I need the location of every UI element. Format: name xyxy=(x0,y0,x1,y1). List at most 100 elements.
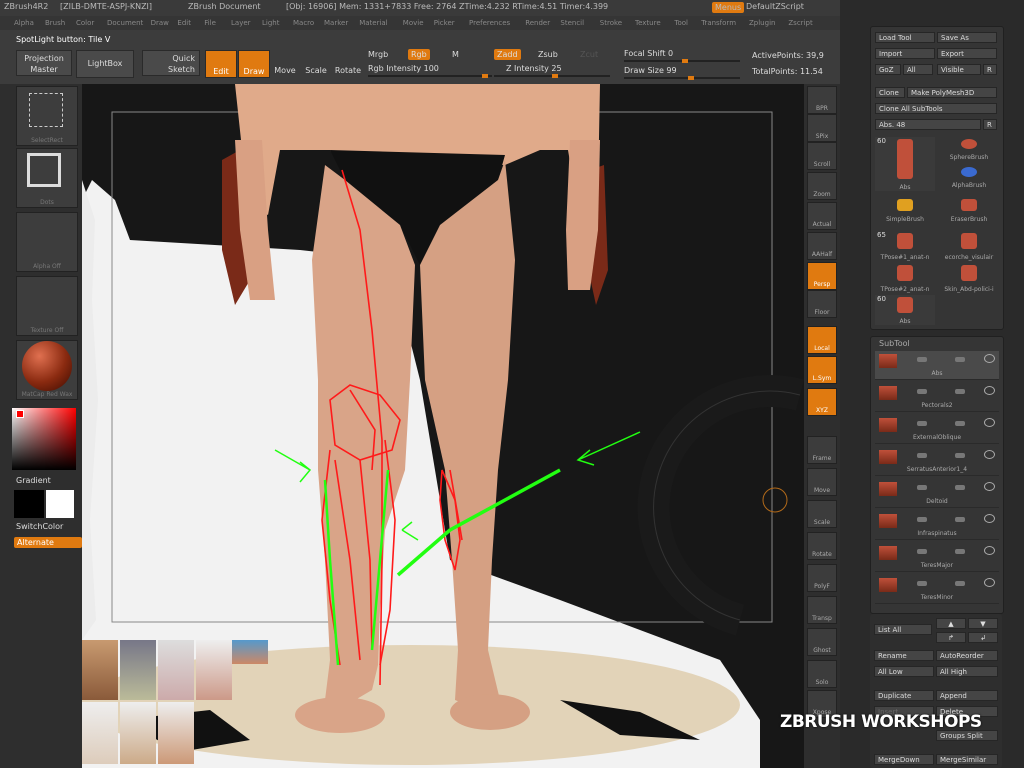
view-button[interactable]: Scale xyxy=(807,500,837,528)
menu-item[interactable]: Marker xyxy=(324,19,348,27)
tool-thumbnail[interactable]: ecorche_visulair xyxy=(939,231,999,261)
menu-item[interactable]: Movie xyxy=(403,19,424,27)
subtool-row[interactable]: TeresMinor xyxy=(875,575,999,604)
move-button[interactable]: Move xyxy=(272,50,298,76)
view-button[interactable]: Transp xyxy=(807,596,837,624)
view-button[interactable]: Zoom xyxy=(807,172,837,200)
toggle-icon[interactable] xyxy=(955,549,965,554)
menu-item[interactable]: Document xyxy=(107,19,143,27)
reference-thumbnails[interactable] xyxy=(82,640,268,768)
toggle-icon[interactable] xyxy=(917,453,927,458)
menu-item[interactable]: Tool xyxy=(674,19,688,27)
reference-image[interactable] xyxy=(232,640,268,664)
toggle-icon[interactable] xyxy=(917,421,927,426)
load-tool-button[interactable]: Load Tool xyxy=(875,32,935,43)
reference-image[interactable] xyxy=(120,702,156,764)
tool-thumbnail[interactable]: TPose#2_anat-n xyxy=(875,263,935,293)
eye-icon[interactable] xyxy=(984,514,995,523)
menu-item[interactable]: Preferences xyxy=(469,19,510,27)
toggle-icon[interactable] xyxy=(955,421,965,426)
r-button[interactable]: R xyxy=(983,64,997,75)
projection-master-button[interactable]: Projection Master xyxy=(16,50,72,76)
menu-item[interactable]: Material xyxy=(359,19,387,27)
document-canvas[interactable] xyxy=(82,84,804,768)
eye-icon[interactable] xyxy=(984,418,995,427)
view-button[interactable]: Solo xyxy=(807,660,837,688)
toggle-icon[interactable] xyxy=(955,581,965,586)
subtool-row[interactable]: TeresMajor xyxy=(875,543,999,572)
menu-item[interactable]: Draw xyxy=(151,19,169,27)
view-button[interactable]: Rotate xyxy=(807,532,837,560)
reference-image[interactable] xyxy=(158,640,194,700)
toggle-icon[interactable] xyxy=(955,389,965,394)
clone-button[interactable]: Clone xyxy=(875,87,905,98)
radial-menu-ring[interactable] xyxy=(637,375,804,636)
rgb-button[interactable]: Rgb xyxy=(408,49,430,60)
brush-tile[interactable]: SelectRect xyxy=(16,86,78,146)
subtool-row[interactable]: Abs xyxy=(875,351,999,380)
tool-thumbnail[interactable]: 65 TPose#1_anat-n xyxy=(875,231,935,261)
z-intensity-slider[interactable]: Z Intensity 25 xyxy=(506,64,562,73)
focal-shift-slider[interactable]: Focal Shift 0 xyxy=(624,49,673,58)
mrgb-button[interactable]: Mrgb xyxy=(368,50,388,59)
tool-thumbnail[interactable]: Skin_Abd-polici-i xyxy=(939,263,999,293)
view-button[interactable]: Move xyxy=(807,468,837,496)
menu-item[interactable]: Texture xyxy=(635,19,661,27)
reference-image[interactable] xyxy=(120,640,156,700)
subtool-row[interactable]: Pectorals2 xyxy=(875,383,999,412)
subtool-row[interactable]: ExternalOblique xyxy=(875,415,999,444)
menu-item[interactable]: Stencil xyxy=(560,19,584,27)
mergedown-button[interactable]: MergeDown xyxy=(874,754,934,765)
view-button[interactable]: Scroll xyxy=(807,142,837,170)
tool-thumbnail[interactable]: 60 Abs xyxy=(875,137,935,191)
tool-thumbnail[interactable]: AlphaBrush xyxy=(939,165,999,189)
list-all-button[interactable]: List All xyxy=(874,624,932,635)
view-button[interactable]: Persp xyxy=(807,262,837,290)
tool-thumbnail[interactable]: SimpleBrush xyxy=(875,197,935,223)
subtool-row[interactable]: SerratusAnterior1_4 xyxy=(875,447,999,476)
reference-image[interactable] xyxy=(196,640,232,700)
append-button[interactable]: Append xyxy=(936,690,998,701)
toggle-icon[interactable] xyxy=(955,357,965,362)
menu-item[interactable]: Zplugin xyxy=(749,19,775,27)
arrow-down-icon[interactable]: ▼ xyxy=(968,618,998,629)
clone-all-subtools-button[interactable]: Clone All SubTools xyxy=(875,103,997,114)
r2-button[interactable]: R xyxy=(983,119,997,130)
switchcolor-button[interactable]: SwitchColor xyxy=(16,522,63,531)
menu-item[interactable]: File xyxy=(204,19,216,27)
menus-button[interactable]: Menus xyxy=(712,2,745,13)
zadd-button[interactable]: Zadd xyxy=(494,49,521,60)
view-button[interactable]: Actual xyxy=(807,202,837,230)
toggle-icon[interactable] xyxy=(917,549,927,554)
goz-button[interactable]: GoZ xyxy=(875,64,901,75)
menu-item[interactable]: Color xyxy=(76,19,94,27)
menu-item[interactable]: Alpha xyxy=(14,19,34,27)
arrow-right-icon[interactable]: ↱ xyxy=(936,632,966,643)
reference-image[interactable] xyxy=(82,640,118,700)
make-polymesh-button[interactable]: Make PolyMesh3D xyxy=(907,87,997,98)
autoreorder-button[interactable]: AutoReorder xyxy=(936,650,998,661)
export-button[interactable]: Export xyxy=(937,48,997,59)
view-button[interactable]: Floor xyxy=(807,290,837,318)
subtool-row[interactable]: Deltoid xyxy=(875,479,999,508)
menu-item[interactable]: Brush xyxy=(45,19,65,27)
draw-size-slider[interactable]: Draw Size 99 xyxy=(624,66,677,75)
main-color-swatch[interactable] xyxy=(46,490,74,518)
draw-button[interactable]: Draw xyxy=(238,50,270,78)
eye-icon[interactable] xyxy=(984,546,995,555)
all-high-button[interactable]: All High xyxy=(936,666,998,677)
zsub-button[interactable]: Zsub xyxy=(538,50,558,59)
all-low-button[interactable]: All Low xyxy=(874,666,934,677)
quick-sketch-button[interactable]: Quick Sketch xyxy=(142,50,200,76)
menu-item[interactable]: Zscript xyxy=(788,19,812,27)
material-tile[interactable]: MatCap Red Wax xyxy=(16,340,78,400)
toggle-icon[interactable] xyxy=(955,485,965,490)
scale-button[interactable]: Scale xyxy=(303,50,329,76)
tool-size-slider[interactable]: Abs. 48 xyxy=(875,119,981,130)
view-button[interactable]: Ghost xyxy=(807,628,837,656)
default-zscript[interactable]: DefaultZScript xyxy=(746,2,804,11)
eye-icon[interactable] xyxy=(984,354,995,363)
arrow-up-icon[interactable]: ▲ xyxy=(936,618,966,629)
lightbox-button[interactable]: LightBox xyxy=(76,50,134,78)
alpha-tile[interactable]: Alpha Off xyxy=(16,212,78,272)
